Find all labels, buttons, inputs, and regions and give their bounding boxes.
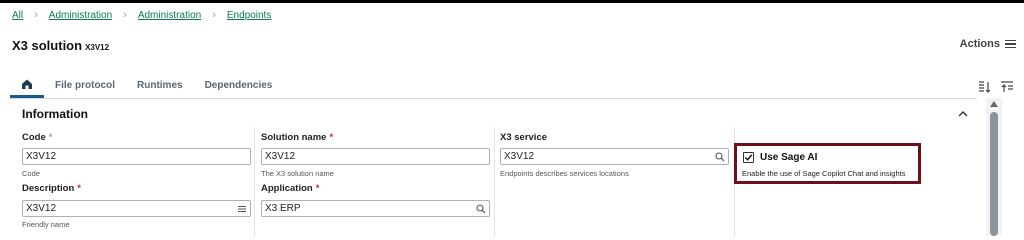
breadcrumb-endpoints[interactable]: Endpoints <box>227 10 271 21</box>
x3-service-label: X3 service <box>500 132 548 143</box>
tab-bar: File protocol Runtimes Dependencies <box>10 72 283 98</box>
hamburger-icon <box>1005 39 1016 49</box>
information-section: Information Code * X3V12 Code Solution na… <box>10 98 977 237</box>
scrollbar-thumb[interactable] <box>990 112 998 236</box>
solution-name-value: X3V12 <box>265 151 296 162</box>
top-border <box>0 0 1024 3</box>
sort-icon[interactable] <box>977 80 991 94</box>
application-value: X3 ERP <box>265 203 301 214</box>
x3-service-help: Endpoints describes services locations <box>500 169 629 178</box>
scroll-up-arrow-icon[interactable] <box>990 101 998 107</box>
code-label: Code * <box>22 132 53 143</box>
collapse-all-icon[interactable] <box>1000 80 1014 94</box>
breadcrumb-administration-1[interactable]: Administration <box>49 10 112 21</box>
description-label: Description * <box>22 183 81 194</box>
use-sage-ai-help: Enable the use of Sage Copilot Chat and … <box>742 169 906 178</box>
description-value: X3V12 <box>26 203 57 214</box>
code-field[interactable]: X3V12 <box>22 148 251 165</box>
column-divider <box>494 127 495 237</box>
toolbar-icons <box>977 80 1014 94</box>
vertical-scrollbar[interactable] <box>986 98 1002 236</box>
solution-name-label: Solution name * <box>261 132 334 143</box>
code-value: X3V12 <box>26 151 57 162</box>
solution-name-field[interactable]: X3V12 <box>261 148 490 165</box>
chevron-right-icon: › <box>34 9 38 21</box>
chevron-right-icon: › <box>212 9 216 21</box>
code-help: Code <box>22 169 40 178</box>
search-icon[interactable] <box>476 203 486 214</box>
x3-service-field[interactable]: X3V12 <box>500 148 729 165</box>
home-icon <box>22 79 32 89</box>
page-subtitle: X3V12 <box>85 43 110 52</box>
tab-runtimes[interactable]: Runtimes <box>126 72 194 98</box>
tab-home[interactable] <box>10 72 44 98</box>
application-label: Application * <box>261 183 320 194</box>
actions-label: Actions <box>959 38 1000 50</box>
chevron-right-icon: › <box>123 9 127 21</box>
breadcrumb: All › Administration › Administration › … <box>12 9 271 21</box>
x3-service-value: X3V12 <box>504 151 535 162</box>
use-sage-ai-checkbox[interactable] <box>743 152 754 163</box>
page-title: X3 solution X3V12 <box>12 38 109 53</box>
search-icon[interactable] <box>715 151 725 162</box>
column-divider <box>254 127 255 237</box>
use-sage-ai-label: Use Sage AI <box>760 152 818 163</box>
solution-name-help: The X3 solution name <box>261 169 334 178</box>
tab-file-protocol[interactable]: File protocol <box>44 72 126 98</box>
chevron-up-icon[interactable] <box>957 108 969 120</box>
use-sage-ai-highlight: Use Sage AI Enable the use of Sage Copil… <box>734 143 921 184</box>
list-icon[interactable] <box>237 204 247 214</box>
section-title: Information <box>22 107 88 121</box>
tab-dependencies[interactable]: Dependencies <box>194 72 284 98</box>
application-field[interactable]: X3 ERP <box>261 200 490 217</box>
page-title-text: X3 solution <box>12 38 83 53</box>
checkmark-icon <box>744 154 753 161</box>
description-help: Friendly name <box>22 220 70 229</box>
breadcrumb-all[interactable]: All <box>12 10 23 21</box>
actions-button[interactable]: Actions <box>960 38 1016 50</box>
description-field[interactable]: X3V12 <box>22 200 251 217</box>
breadcrumb-administration-2[interactable]: Administration <box>138 10 201 21</box>
